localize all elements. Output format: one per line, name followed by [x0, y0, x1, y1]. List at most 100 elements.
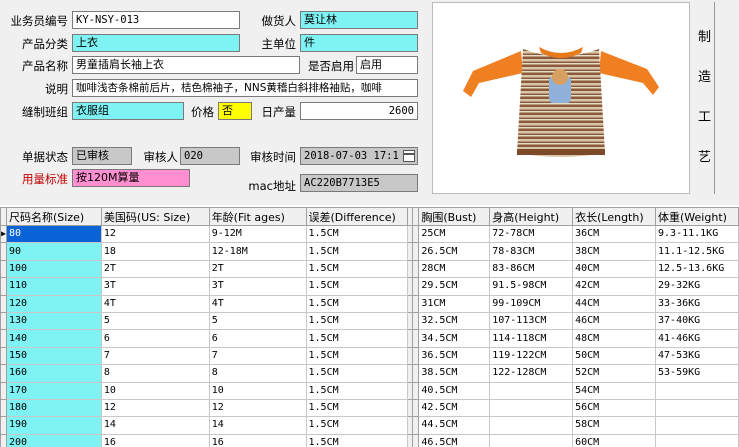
col-header-weight[interactable]: 体重(Weight) [655, 207, 739, 226]
col-header-length[interactable]: 衣长(Length) [572, 207, 657, 226]
enabled-field[interactable]: 启用 [356, 56, 418, 74]
cell-size[interactable]: 180 [5, 398, 102, 418]
table-row[interactable]: 100 2T 2T 1.5CM 28CM 83-86CM 40CM 12.5-13.6KG [0, 259, 739, 279]
cell-difference[interactable]: 1.5CM [305, 259, 409, 279]
cell-size[interactable]: 170 [5, 381, 102, 400]
cell-weight[interactable]: 37-40KG [655, 311, 739, 331]
cell-length[interactable]: 42CM [572, 277, 657, 296]
cell-height[interactable]: 83-86CM [489, 259, 574, 279]
supplier-field[interactable]: 莫让林 [300, 11, 418, 29]
cell-difference[interactable]: 1.5CM [305, 381, 409, 400]
cell-size[interactable]: 200 [5, 433, 102, 447]
cell-size[interactable]: 80 [5, 224, 102, 244]
process-text-area[interactable] [714, 2, 739, 194]
cell-height[interactable]: 119-122CM [489, 346, 574, 366]
cell-size[interactable]: 110 [5, 277, 102, 296]
daily-output-field[interactable]: 2600 [300, 102, 418, 120]
cell-difference[interactable]: 1.5CM [305, 416, 409, 435]
cell-ages[interactable]: 9-12M [208, 224, 307, 244]
cell-ages[interactable]: 4T [208, 294, 307, 313]
col-header-difference[interactable]: 误差(Difference) [305, 207, 409, 226]
table-row[interactable]: 180 12 12 1.5CM 42.5CM 56CM [0, 398, 739, 418]
cell-bust[interactable]: 40.5CM [418, 381, 491, 400]
cell-size[interactable]: 190 [5, 416, 102, 435]
cell-length[interactable]: 38CM [572, 242, 657, 261]
cell-ages[interactable]: 8 [208, 364, 307, 383]
table-row[interactable]: 170 10 10 1.5CM 40.5CM 54CM [0, 381, 739, 400]
cell-height[interactable] [489, 381, 574, 400]
cell-weight[interactable] [655, 416, 739, 435]
cell-us-size[interactable]: 2T [100, 259, 210, 279]
cell-bust[interactable]: 44.5CM [418, 416, 491, 435]
cell-weight[interactable] [655, 433, 739, 447]
cell-bust[interactable]: 32.5CM [418, 311, 491, 331]
table-row[interactable]: 150 7 7 1.5CM 36.5CM 119-122CM 50CM 47-53KG [0, 346, 739, 366]
reviewer-field[interactable]: 020 [180, 147, 240, 165]
review-time-field[interactable]: 2018-07-03 17:1 [300, 147, 418, 165]
price-field[interactable]: 否 [218, 102, 252, 120]
cell-us-size[interactable]: 18 [100, 242, 210, 261]
product-name-field[interactable]: 男童插肩长袖上衣 [72, 56, 300, 74]
cell-height[interactable]: 72-78CM [489, 224, 574, 244]
col-header-height[interactable]: 身高(Height) [489, 207, 574, 226]
col-header-size[interactable]: 尺码名称(Size) [5, 207, 102, 226]
cell-difference[interactable]: 1.5CM [305, 398, 409, 418]
row-indicator[interactable]: ▶ [0, 224, 7, 244]
cell-us-size[interactable]: 4T [100, 294, 210, 313]
cell-bust[interactable]: 25CM [418, 224, 491, 244]
calendar-icon[interactable] [403, 150, 415, 162]
col-header-bust[interactable]: 胸围(Bust) [418, 207, 491, 226]
main-unit-field[interactable]: 件 [300, 34, 418, 52]
table-row[interactable]: 110 3T 3T 1.5CM 29.5CM 91.5-98CM 42CM 29-32KG [0, 277, 739, 296]
table-row[interactable]: 190 14 14 1.5CM 44.5CM 58CM [0, 416, 739, 435]
cell-bust[interactable]: 42.5CM [418, 398, 491, 418]
salesman-code-field[interactable]: KY-NSY-013 [72, 11, 240, 29]
cell-difference[interactable]: 1.5CM [305, 364, 409, 383]
usage-field[interactable]: 按120M算量 [72, 169, 190, 187]
cell-length[interactable]: 50CM [572, 346, 657, 366]
cell-length[interactable]: 46CM [572, 311, 657, 331]
col-header-us-size[interactable]: 美国码(US: Size) [100, 207, 210, 226]
cell-ages[interactable]: 3T [208, 277, 307, 296]
table-row[interactable]: 200 16 16 1.5CM 46.5CM 60CM [0, 433, 739, 447]
cell-difference[interactable]: 1.5CM [305, 433, 409, 447]
cell-weight[interactable]: 11.1-12.5KG [655, 242, 739, 261]
cell-length[interactable]: 36CM [572, 224, 657, 244]
table-row[interactable]: 160 8 8 1.5CM 38.5CM 122-128CM 52CM 53-59KG [0, 364, 739, 383]
cell-difference[interactable]: 1.5CM [305, 294, 409, 313]
cell-length[interactable]: 58CM [572, 416, 657, 435]
cell-length[interactable]: 40CM [572, 259, 657, 279]
cell-bust[interactable]: 28CM [418, 259, 491, 279]
cell-length[interactable]: 48CM [572, 329, 657, 348]
mac-field[interactable]: AC220B7713E5 [300, 174, 418, 192]
sewing-group-field[interactable]: 衣服组 [72, 102, 184, 120]
cell-size[interactable]: 100 [5, 259, 102, 279]
cell-ages[interactable]: 2T [208, 259, 307, 279]
cell-weight[interactable]: 53-59KG [655, 364, 739, 383]
cell-us-size[interactable]: 12 [100, 398, 210, 418]
category-field[interactable]: 上衣 [72, 34, 240, 52]
cell-length[interactable]: 52CM [572, 364, 657, 383]
cell-weight[interactable]: 41-46KG [655, 329, 739, 348]
cell-height[interactable] [489, 433, 574, 447]
cell-ages[interactable]: 14 [208, 416, 307, 435]
cell-difference[interactable]: 1.5CM [305, 242, 409, 261]
cell-difference[interactable]: 1.5CM [305, 346, 409, 366]
cell-ages[interactable]: 5 [208, 311, 307, 331]
cell-us-size[interactable]: 10 [100, 381, 210, 400]
cell-length[interactable]: 56CM [572, 398, 657, 418]
cell-us-size[interactable]: 14 [100, 416, 210, 435]
cell-height[interactable]: 91.5-98CM [489, 277, 574, 296]
cell-us-size[interactable]: 8 [100, 364, 210, 383]
cell-us-size[interactable]: 6 [100, 329, 210, 348]
table-row[interactable]: 120 4T 4T 1.5CM 31CM 99-109CM 44CM 33-36KG [0, 294, 739, 313]
cell-bust[interactable]: 29.5CM [418, 277, 491, 296]
cell-height[interactable] [489, 416, 574, 435]
cell-weight[interactable]: 33-36KG [655, 294, 739, 313]
cell-size[interactable]: 130 [5, 311, 102, 331]
cell-length[interactable]: 60CM [572, 433, 657, 447]
cell-bust[interactable]: 46.5CM [418, 433, 491, 447]
cell-height[interactable]: 99-109CM [489, 294, 574, 313]
table-row[interactable]: ▶ 80 12 9-12M 1.5CM 25CM 72-78CM 36CM 9.3-11.1KG [0, 224, 739, 244]
table-row[interactable]: 130 5 5 1.5CM 32.5CM 107-113CM 46CM 37-40KG [0, 311, 739, 331]
